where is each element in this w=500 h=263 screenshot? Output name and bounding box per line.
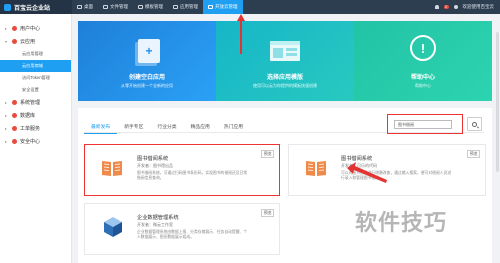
sidebar-group-label: 云应用 [20, 39, 36, 45]
banner-subtitle: 从零开始创建一个全新的应用 [121, 83, 173, 88]
create-blank-app-card[interactable]: + 创建空白应用 从零开始创建一个全新的应用 [78, 21, 216, 101]
card-title: 图书借阅系统 [341, 156, 373, 162]
card-developer: 开发者：图书馆出品 [137, 163, 173, 168]
top-bar: 百宝云企业站 桌面 文件管理 模板管理 应用管理 开放云管理 2 欢迎使用百宝云 [0, 0, 500, 14]
sidebar-group-user-center[interactable]: ▸ 用户中心 [0, 22, 71, 35]
card-developer: 开发者：微云工作室 [137, 222, 173, 227]
banner-subtitle: 使用可以云为你提供的模板快速创建 [253, 83, 317, 88]
topnav-open-cloud[interactable]: 开放云管理 [203, 0, 243, 14]
topnav-label: 模板管理 [145, 4, 163, 9]
card-description: 企业数据管理系统由数据上报、分类存储展示、任务自动提醒、个人数据展示、图形数据展… [137, 230, 248, 239]
topnav-label: 桌面 [84, 4, 93, 9]
red-arrow-left-annotation [347, 162, 387, 183]
app-card-library[interactable]: 图书借阅系统 开发者：图书馆出品 图书借阅系统，可通过扫码图书条形码，实现图书的… [84, 144, 280, 196]
sidebar-group-label: 安全中心 [20, 139, 41, 145]
ticket-icon [12, 126, 17, 131]
cloud-icon [208, 5, 213, 9]
app-card-library-2[interactable]: 图书借阅系统 开发者：可乐的代码 可以对图书借阅进行增删改查，通过输入搜索，便可… [288, 144, 486, 196]
topnav-files[interactable]: 文件管理 [98, 0, 133, 14]
chevron-right-icon: ▸ [5, 100, 8, 105]
red-arrow-up-annotation [237, 14, 245, 54]
preview-button[interactable]: 预览 [467, 150, 480, 158]
sidebar-group-tickets[interactable]: ▸ 工单服务 [0, 122, 71, 135]
shield-icon [12, 139, 17, 144]
sidebar-group-label: 用户中心 [20, 26, 41, 32]
card-title: 企业数据管理系统 [137, 215, 179, 221]
template-icon [138, 5, 143, 9]
sidebar-group-cloud-apps[interactable]: ▾ 云应用 [0, 35, 71, 48]
banner-subtitle: 帮助中心 [415, 83, 431, 88]
search-input[interactable]: 图书借阅 [394, 120, 452, 129]
desktop-icon [77, 5, 82, 9]
logo-icon [4, 3, 11, 11]
topnav-label: 开放云管理 [215, 4, 238, 9]
info-icon: ! [410, 35, 436, 61]
preview-button[interactable]: 预览 [261, 209, 274, 217]
user-center-icon [12, 26, 17, 31]
sidebar-group-system[interactable]: ▸ 系统管理 [0, 96, 71, 109]
topnav-apps[interactable]: 应用管理 [168, 0, 203, 14]
sidebar-item-token[interactable]: 访问Token管理 [0, 72, 71, 84]
app-store-panel: 最新发布 新手专区 行业分类 精品应用 热门应用 图书借阅 图书借阅系统 开发者… [78, 108, 492, 263]
folder-icon [103, 5, 108, 9]
search-button[interactable] [467, 117, 482, 131]
chevron-right-icon: ▸ [5, 126, 8, 131]
sidebar-group-label: 工单服务 [20, 126, 41, 132]
sidebar-group-label: 系统管理 [20, 100, 41, 106]
app-icon [173, 5, 178, 9]
scrollbar[interactable] [496, 32, 499, 172]
user-greeting[interactable]: 欢迎使用百宝云 [463, 4, 495, 10]
card-title: 图书借阅系统 [137, 156, 169, 162]
preview-button[interactable]: 预览 [261, 150, 274, 158]
sidebar-group-security-center[interactable]: ▸ 安全中心 [0, 135, 71, 148]
sidebar-item-app-management[interactable]: 云应用管理 [0, 48, 71, 60]
app-card-enterprise-data[interactable]: 企业数据管理系统 开发者：微云工作室 企业数据管理系统由数据上报、分类存储展示、… [84, 203, 280, 255]
card-description: 图书借阅系统，可通过扫码图书条形码，实现图书的借阅还及日常借阅信息查询。 [137, 171, 248, 180]
book-icon [102, 161, 122, 176]
user-icon[interactable] [453, 5, 458, 9]
sidebar: ▸ 用户中心 ▾ 云应用 云应用管理 云应用商城 访问Token管理 安全设置 … [0, 14, 72, 263]
chevron-down-icon: ▾ [5, 39, 8, 44]
database-icon [12, 113, 17, 118]
chevron-right-icon: ▸ [5, 26, 8, 31]
chevron-right-icon: ▸ [5, 113, 8, 118]
search-icon [472, 121, 477, 127]
top-right-area: 2 欢迎使用百宝云 [434, 4, 500, 10]
banner-title: 帮助中心 [410, 75, 435, 81]
sidebar-item-security[interactable]: 安全设置 [0, 84, 71, 96]
cube-icon [104, 217, 122, 237]
system-icon [12, 100, 17, 105]
notification-badge: 2 [443, 5, 449, 9]
sidebar-group-label: 数据库 [20, 113, 36, 119]
browser-window-icon [270, 41, 300, 61]
plus-document-icon: + [138, 39, 160, 63]
book-icon [306, 161, 326, 176]
help-center-card[interactable]: ! 帮助中心 帮助中心 [354, 21, 492, 101]
topnav-label: 文件管理 [110, 4, 128, 9]
banner: + 创建空白应用 从零开始创建一个全新的应用 选择应用模版 使用可以云为你提供的… [78, 21, 492, 101]
banner-title: 创建空白应用 [128, 75, 165, 81]
sidebar-item-app-store[interactable]: 云应用商城 [0, 60, 71, 72]
cloud-apps-icon [12, 39, 17, 44]
app-logo[interactable]: 百宝云企业站 [0, 0, 72, 14]
chevron-right-icon: ▸ [5, 139, 8, 144]
banner-title: 选择应用模版 [266, 75, 303, 81]
topnav-label: 应用管理 [180, 4, 198, 9]
sidebar-group-database[interactable]: ▸ 数据库 [0, 109, 71, 122]
app-title: 百宝云企业站 [14, 5, 51, 12]
topnav-desktop[interactable]: 桌面 [72, 0, 98, 14]
topnav-templates[interactable]: 模板管理 [133, 0, 168, 14]
watermark: 软件技巧 [355, 210, 448, 235]
bell-icon[interactable] [434, 5, 439, 9]
